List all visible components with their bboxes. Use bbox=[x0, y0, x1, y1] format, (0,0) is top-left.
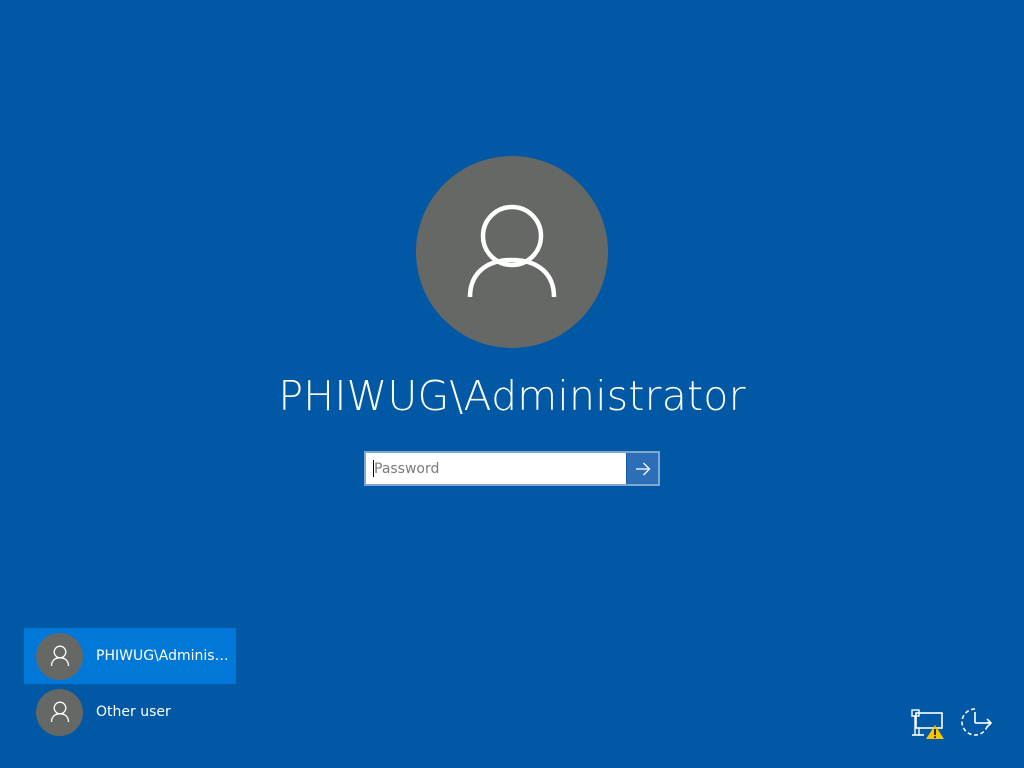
submit-button[interactable] bbox=[626, 453, 658, 484]
user-avatar-large bbox=[416, 156, 608, 348]
network-button[interactable] bbox=[910, 708, 946, 740]
account-username: PHIWUG\Administrator bbox=[278, 372, 746, 420]
arrow-right-icon bbox=[635, 462, 650, 475]
user-icon bbox=[467, 204, 557, 298]
user-icon bbox=[50, 645, 69, 667]
user-avatar-small bbox=[36, 688, 83, 736]
power-options-button[interactable] bbox=[958, 706, 994, 740]
user-switcher-list: PHIWUG\Administrator Other user bbox=[24, 628, 236, 740]
user-item-label: Other user bbox=[96, 704, 171, 720]
user-item-label: PHIWUG\Administrator bbox=[96, 648, 230, 664]
password-box bbox=[364, 451, 660, 486]
network-warning-icon bbox=[911, 709, 944, 739]
user-item-other-user[interactable]: Other user bbox=[24, 684, 236, 740]
user-item-administrator[interactable]: PHIWUG\Administrator bbox=[24, 628, 236, 684]
user-avatar-small bbox=[36, 632, 83, 680]
power-ease-of-access-icon bbox=[961, 708, 993, 736]
user-icon bbox=[50, 701, 69, 723]
password-input[interactable] bbox=[373, 460, 626, 477]
